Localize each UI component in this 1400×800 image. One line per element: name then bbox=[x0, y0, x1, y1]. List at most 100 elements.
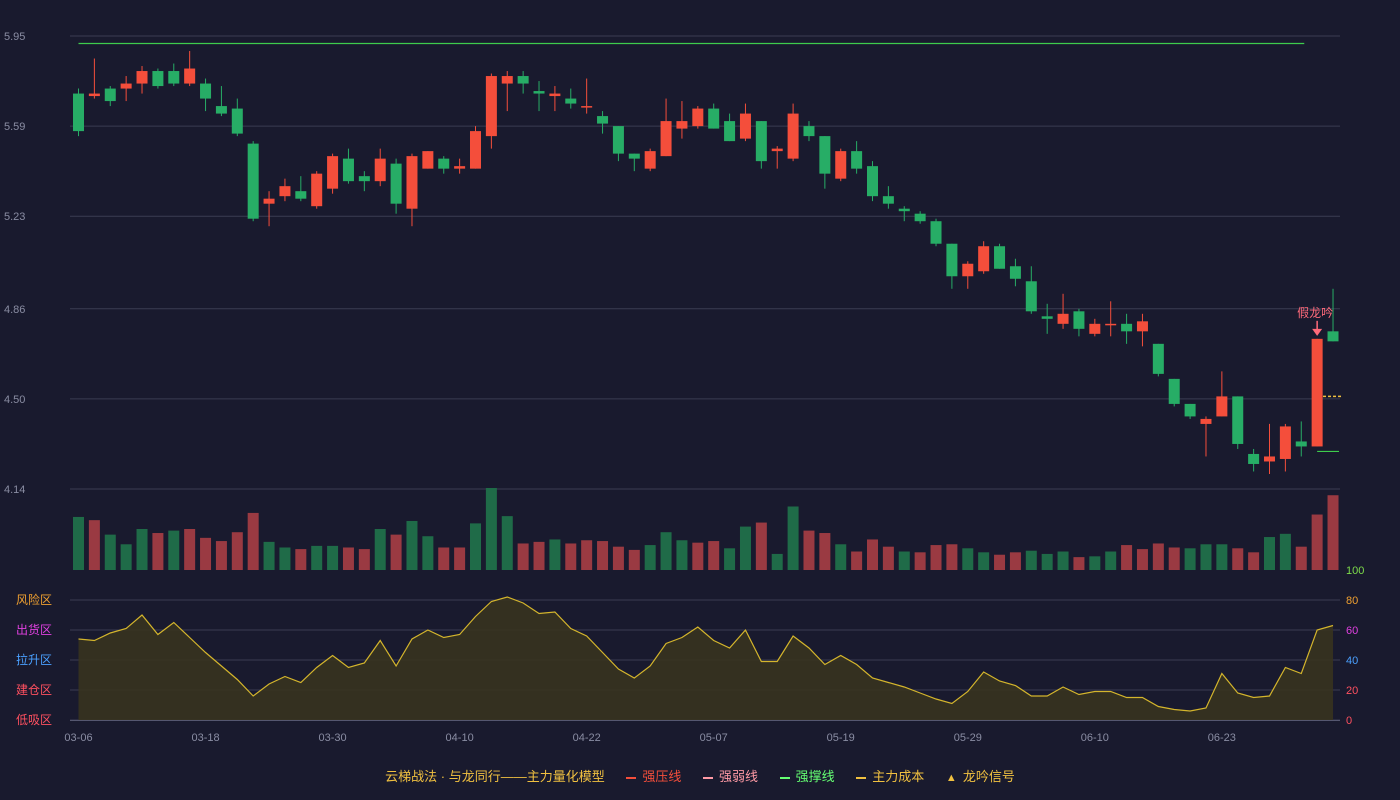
candle-body bbox=[470, 131, 481, 169]
volume-bar bbox=[327, 545, 339, 570]
volume-bar bbox=[1073, 557, 1085, 570]
candle-body bbox=[803, 126, 815, 137]
candle-body bbox=[708, 108, 720, 129]
volume-bar bbox=[1200, 544, 1212, 570]
volume-bar bbox=[263, 541, 275, 570]
signal-label: 假龙吟 bbox=[1297, 305, 1333, 320]
candle-body bbox=[136, 71, 148, 84]
candle-body bbox=[1168, 378, 1180, 404]
candle-body bbox=[1200, 418, 1212, 424]
candle-body bbox=[342, 158, 354, 182]
volume-bar bbox=[1232, 548, 1244, 570]
date-tick-label: 04-22 bbox=[573, 732, 601, 744]
date-tick-label: 05-29 bbox=[954, 732, 982, 744]
candle-body bbox=[1041, 316, 1053, 319]
volume-bar bbox=[438, 547, 450, 570]
candle-body bbox=[422, 151, 434, 169]
legend-label: 强弱线 bbox=[719, 769, 759, 784]
price-tick-label: 5.59 bbox=[4, 121, 25, 133]
volume-bar bbox=[342, 547, 354, 570]
candle-body bbox=[692, 108, 704, 127]
volume-bar bbox=[962, 548, 974, 570]
volume-bar bbox=[1041, 553, 1053, 570]
zone-label: 风险区 bbox=[16, 592, 52, 607]
volume-bar bbox=[739, 526, 751, 570]
volume-bar bbox=[1168, 547, 1180, 570]
candle-body bbox=[295, 191, 307, 199]
candle-body bbox=[1248, 453, 1260, 464]
volume-bar bbox=[1184, 548, 1196, 570]
date-tick-label: 05-19 bbox=[827, 732, 855, 744]
date-tick-label: 04-10 bbox=[446, 732, 474, 744]
signal-marker: 假龙吟 bbox=[1297, 305, 1333, 336]
candle-body bbox=[1025, 281, 1037, 312]
volume-bar bbox=[1089, 556, 1101, 570]
volume-bar bbox=[1264, 537, 1275, 570]
candle-body bbox=[406, 156, 418, 209]
date-tick-label: 03-06 bbox=[64, 732, 92, 744]
candle-body bbox=[851, 151, 863, 169]
volume-bar bbox=[1279, 533, 1291, 570]
candle-body bbox=[1121, 323, 1133, 332]
volume-bar bbox=[1009, 552, 1021, 570]
candle-body bbox=[1232, 396, 1244, 444]
candle-body bbox=[914, 213, 926, 222]
volume-bar bbox=[787, 506, 799, 570]
zone-label: 建仓区 bbox=[16, 683, 52, 697]
volume-bar bbox=[676, 540, 688, 570]
price-tick-label: 4.86 bbox=[4, 304, 25, 316]
candle-body bbox=[104, 88, 116, 102]
candlestick-series bbox=[73, 51, 1339, 474]
volume-bar bbox=[1311, 514, 1323, 570]
candle-body bbox=[819, 136, 831, 174]
candle-body bbox=[88, 93, 100, 97]
candle-body bbox=[1311, 338, 1323, 447]
date-tick-label: 03-18 bbox=[191, 732, 219, 744]
legend-item-main-cost[interactable]: 主力成本 bbox=[856, 766, 924, 785]
volume-bar bbox=[231, 532, 243, 570]
candle-body bbox=[660, 121, 672, 157]
candle-body bbox=[1073, 311, 1085, 329]
volume-bar bbox=[930, 545, 942, 570]
candle-body bbox=[311, 173, 323, 207]
date-tick-label: 06-23 bbox=[1208, 732, 1236, 744]
volume-bar bbox=[803, 530, 815, 570]
date-tick-label: 03-30 bbox=[319, 732, 347, 744]
volume-bar bbox=[612, 546, 624, 570]
candle-body bbox=[771, 148, 783, 152]
volume-bar bbox=[1152, 543, 1164, 570]
candle-body bbox=[454, 166, 466, 169]
indicator-tick-label: 100 bbox=[1346, 565, 1364, 577]
price-tick-label: 4.50 bbox=[4, 394, 25, 406]
candle-body bbox=[1089, 323, 1101, 334]
candle-body bbox=[390, 163, 402, 204]
candle-body bbox=[231, 108, 243, 134]
volume-bar bbox=[771, 553, 783, 570]
legend-item-strong-support[interactable]: 强撑线 bbox=[779, 766, 835, 785]
price-axis: 5.95 5.59 5.23 4.86 4.50 4.14 bbox=[4, 31, 25, 496]
volume-bar bbox=[581, 540, 593, 570]
candle-body bbox=[867, 166, 878, 197]
legend-label: 龙吟信号 bbox=[962, 769, 1015, 784]
volume-bar bbox=[549, 539, 561, 570]
volume-bar bbox=[533, 541, 545, 570]
candle-body bbox=[1295, 441, 1307, 447]
candle-body bbox=[374, 158, 386, 182]
volume-bar bbox=[1136, 549, 1148, 570]
indicator-area bbox=[78, 597, 1334, 720]
volume-bar bbox=[835, 544, 847, 570]
candle-body bbox=[184, 68, 196, 84]
legend-title: 云梯战法 · 与龙同行——主力量化模型 bbox=[385, 769, 605, 784]
dashed-line-icon bbox=[856, 776, 867, 779]
volume-series bbox=[73, 488, 1339, 570]
legend-item-strength-line[interactable]: 强弱线 bbox=[703, 766, 758, 785]
volume-bar bbox=[628, 549, 640, 570]
price-tick-label: 5.23 bbox=[4, 211, 25, 223]
candle-body bbox=[517, 76, 529, 84]
volume-bar bbox=[120, 544, 132, 570]
volume-bar bbox=[184, 529, 196, 570]
candle-body bbox=[597, 116, 609, 124]
legend-item-strong-pressure[interactable]: 强压线 bbox=[626, 766, 681, 785]
candle-body bbox=[279, 186, 291, 197]
legend-item-dragon-signal[interactable]: ▲ 龙吟信号 bbox=[946, 766, 1015, 785]
